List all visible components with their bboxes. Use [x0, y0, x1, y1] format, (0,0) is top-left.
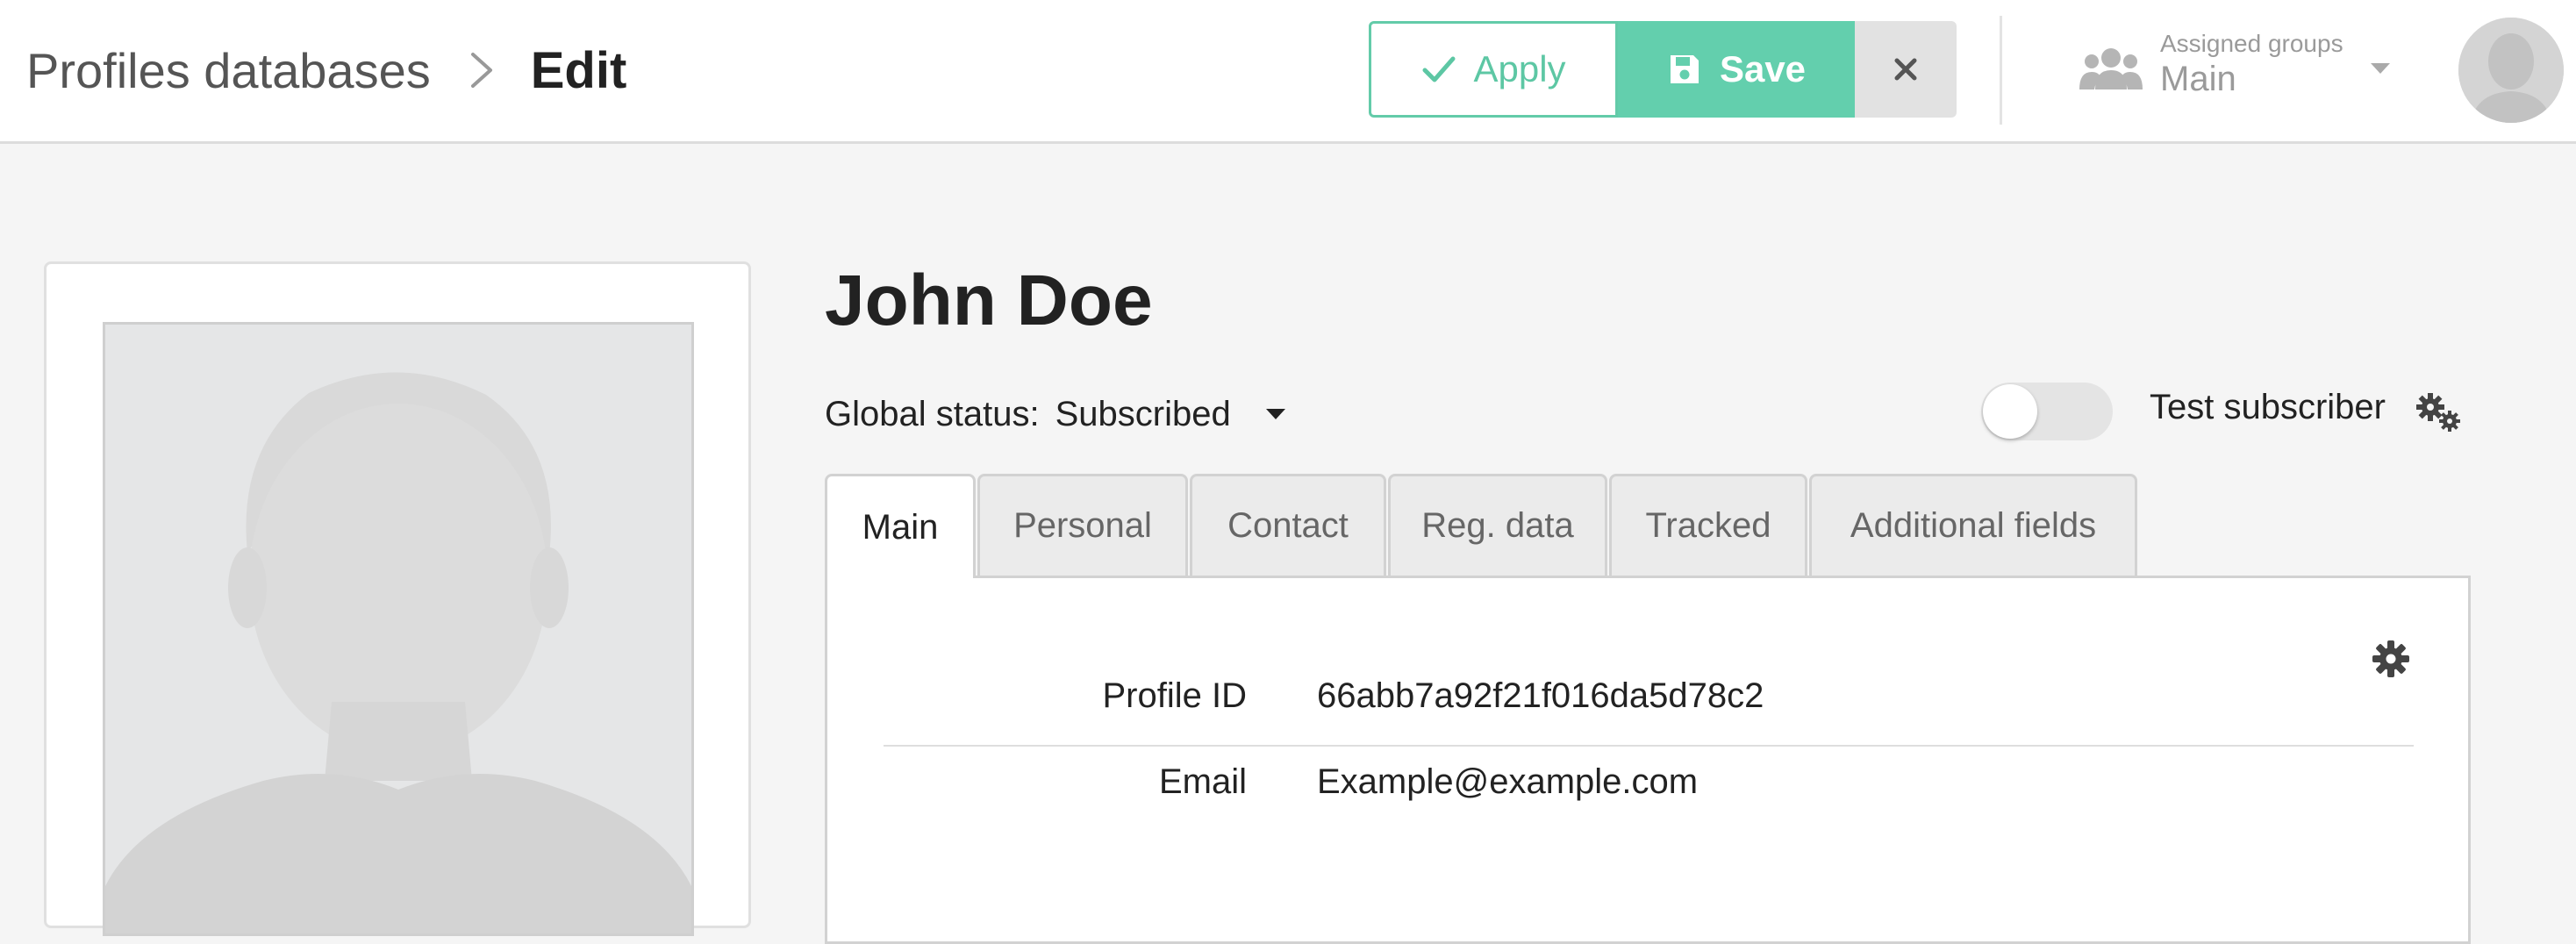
- global-status-value[interactable]: Subscribed: [1055, 395, 1231, 434]
- profile-name: John Doe: [825, 261, 1153, 340]
- field-value[interactable]: Example@example.com: [1317, 762, 1698, 802]
- test-subscriber-toggle[interactable]: [1981, 383, 2113, 440]
- global-status-label: Global status:: [825, 394, 1040, 433]
- close-button[interactable]: [1855, 21, 1957, 118]
- global-status-row: Global status: Subscribed: [825, 388, 1287, 440]
- tab-additional-fields[interactable]: Additional fields: [1809, 474, 2137, 576]
- assigned-groups-caption: Assigned groups: [2160, 30, 2343, 57]
- field-label: Profile ID: [1102, 676, 1248, 715]
- caret-down-icon[interactable]: [1264, 406, 1287, 422]
- tab-label: Additional fields: [1850, 506, 2097, 545]
- save-button[interactable]: Save: [1618, 21, 1855, 118]
- profile-tabs: Main Personal Contact Reg. data Tracked …: [825, 474, 2139, 578]
- field-value: 66abb7a92f21f016da5d78c2: [1317, 676, 1764, 715]
- user-avatar[interactable]: [2458, 18, 2564, 123]
- floppy-disk-icon: [1670, 55, 1699, 83]
- close-icon: [1894, 58, 1917, 81]
- field-row-email: Email Example@example.com: [884, 747, 2414, 831]
- header-divider: [2000, 16, 2002, 125]
- breadcrumb-root-link[interactable]: Profiles databases: [26, 42, 431, 99]
- save-button-label: Save: [1719, 48, 1807, 89]
- tab-label: Main: [862, 507, 939, 547]
- tab-label: Personal: [1013, 506, 1152, 545]
- toggle-knob: [1983, 384, 2037, 439]
- field-row-profile-id: Profile ID 66abb7a92f21f016da5d78c2: [884, 661, 2414, 747]
- chevron-right-icon: [470, 53, 492, 88]
- caret-down-icon: [2371, 63, 2390, 74]
- assigned-groups-dropdown[interactable]: Assigned groups Main: [2079, 21, 2395, 118]
- apply-button-label: Apply: [1473, 48, 1566, 89]
- profile-photo[interactable]: [103, 322, 694, 936]
- user-silhouette-icon: [2458, 18, 2564, 123]
- tab-label: Tracked: [1645, 506, 1771, 545]
- person-placeholder-icon: [105, 325, 691, 933]
- action-button-group: Apply Save: [1369, 21, 1957, 118]
- main-tab-panel: Profile ID 66abb7a92f21f016da5d78c2 Emai…: [825, 576, 2471, 944]
- breadcrumb-current: Edit: [530, 41, 627, 99]
- tab-reg-data[interactable]: Reg. data: [1388, 474, 1607, 576]
- tab-personal[interactable]: Personal: [977, 474, 1188, 576]
- breadcrumb: Profiles databases Edit: [26, 37, 626, 104]
- test-subscriber-label: Test subscriber: [2150, 388, 2386, 426]
- apply-button[interactable]: Apply: [1369, 21, 1618, 118]
- check-icon: [1422, 56, 1456, 82]
- tab-main[interactable]: Main: [825, 474, 976, 578]
- tab-label: Contact: [1227, 506, 1349, 545]
- users-group-icon: [2079, 48, 2143, 89]
- tab-tracked[interactable]: Tracked: [1609, 474, 1807, 576]
- assigned-groups-value: Main: [2160, 60, 2236, 98]
- gears-icon[interactable]: [2415, 391, 2464, 433]
- field-label: Email: [1158, 762, 1247, 801]
- top-header: Profiles databases Edit Apply Save Assig…: [0, 0, 2576, 144]
- tab-contact[interactable]: Contact: [1190, 474, 1386, 576]
- profile-photo-card: [44, 261, 751, 936]
- tab-label: Reg. data: [1421, 506, 1574, 545]
